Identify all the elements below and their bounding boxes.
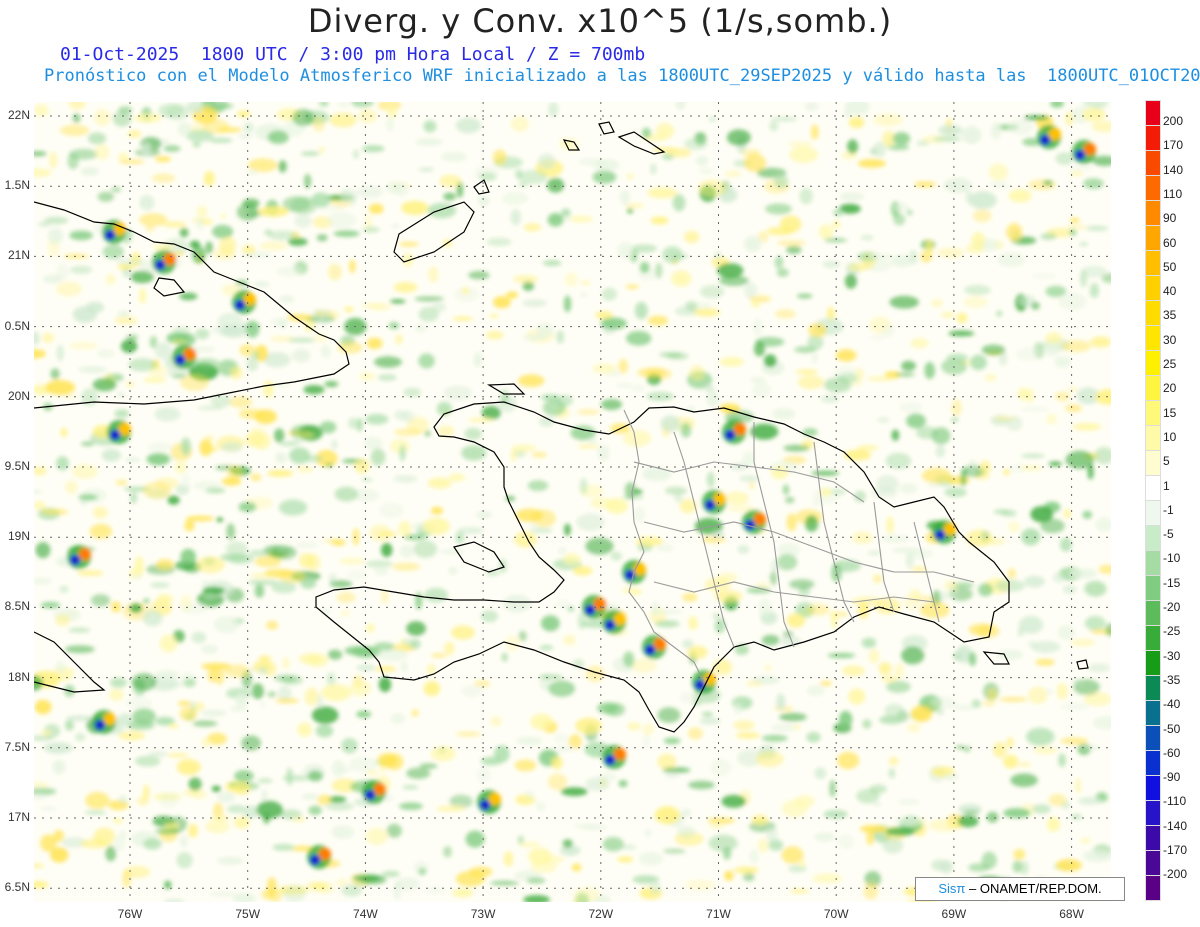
lon-label: 71W: [706, 907, 731, 921]
valid-time-subtitle: 01-Oct-2025 1800 UTC / 3:00 pm Hora Loca…: [60, 44, 646, 65]
colorbar-label: 60: [1163, 235, 1177, 250]
mona-island: [1076, 659, 1089, 670]
colorbar-label: -25: [1163, 624, 1181, 639]
colorbar-swatch: [1145, 450, 1161, 476]
lon-label: 73W: [470, 907, 496, 921]
colorbar-swatch: [1145, 875, 1161, 901]
colorbar-swatch: [1145, 250, 1161, 276]
colorbar-swatch: [1145, 750, 1161, 776]
colorbar-swatch: [1145, 325, 1161, 351]
colorbar-swatch: [1145, 175, 1161, 201]
lat-label: 21N: [7, 248, 30, 263]
colorbar-label: -170: [1163, 843, 1188, 857]
lon-label: 70W: [823, 907, 849, 921]
colorbar-label: -5: [1163, 527, 1174, 542]
gonave-island: [453, 541, 505, 573]
colorbar-swatch: [1145, 775, 1161, 801]
lat-label: 7.5N: [4, 739, 30, 754]
colorbar-label: -10: [1163, 551, 1181, 566]
lat-label: 18N: [7, 669, 30, 684]
lon-label: 68W: [1059, 907, 1084, 921]
lat-label: 19N: [7, 529, 30, 544]
colorbar-swatch: [1145, 550, 1161, 576]
colorbar-label: 110: [1163, 186, 1183, 201]
colorbar-swatch: [1145, 525, 1161, 551]
credit-text: – ONAMET/REP.DOM.: [968, 881, 1102, 896]
lon-label: 72W: [588, 907, 614, 921]
colorbar-swatch: [1145, 150, 1161, 176]
colorbar-label: -35: [1163, 672, 1181, 687]
colorbar-label: 25: [1163, 357, 1177, 371]
colorbar-swatch: [1145, 625, 1161, 651]
map-title: Diverg. y Conv. x10^5 (1/s,somb.): [307, 2, 893, 40]
colorbar-swatch: [1145, 400, 1161, 426]
colorbar-swatch: [1145, 200, 1161, 226]
sispi-brand: Sisπ: [938, 881, 966, 896]
colorbar-swatch: [1145, 300, 1161, 326]
colorbar-label: 30: [1163, 332, 1177, 347]
colorbar-swatch: [1145, 650, 1161, 676]
colorbar-label: 5: [1163, 454, 1170, 469]
colorbar-label: -40: [1163, 697, 1181, 712]
colorbar-label: -50: [1163, 721, 1181, 736]
colorbar-label: 140: [1163, 162, 1184, 177]
lat-label: 8.5N: [4, 599, 30, 614]
lat-label: 20N: [7, 388, 30, 403]
colorbar-swatch: [1145, 675, 1161, 701]
colorbar-swatch: [1145, 425, 1161, 451]
colorbar-swatch: [1145, 600, 1161, 626]
colorbar-swatch: [1145, 125, 1161, 151]
lat-label: 0.5N: [4, 318, 30, 333]
colorbar-label: -1: [1163, 502, 1174, 517]
colorbar-label: -30: [1163, 648, 1181, 663]
credit-box: Sisπ – ONAMET/REP.DOM.: [915, 877, 1125, 901]
lon-label: 74W: [353, 907, 378, 921]
colorbar-label: -15: [1163, 575, 1181, 590]
colorbar-swatch: [1145, 725, 1161, 751]
divergence-field: [34, 102, 1111, 902]
cuba-bay: [153, 277, 186, 297]
colorbar-label: 10: [1163, 429, 1177, 444]
colorbar-label: 90: [1163, 211, 1177, 226]
lat-label: 22N: [7, 108, 30, 122]
colorbar-swatch: [1145, 800, 1161, 826]
colorbar-swatch: [1145, 500, 1161, 526]
colorbar-label: -20: [1163, 600, 1181, 614]
colorbar-label: 170: [1163, 138, 1184, 153]
colorbar-swatch: [1145, 475, 1161, 501]
colorbar-label: 50: [1163, 259, 1177, 274]
colorbar-label: 20: [1163, 381, 1177, 396]
colorbar-label: 40: [1163, 284, 1177, 299]
colorbar-label: 35: [1163, 308, 1177, 323]
colorbar-swatch: [1145, 375, 1161, 401]
colorbar-label: -200: [1163, 867, 1188, 882]
colorbar-label: 15: [1163, 405, 1177, 420]
colorbar-swatch: [1145, 575, 1161, 601]
colorbar-swatch: [1145, 275, 1161, 301]
colorbar-swatch: [1145, 225, 1161, 251]
colorbar-swatch: [1145, 850, 1161, 876]
colorbar-label: -90: [1163, 770, 1181, 785]
map-canvas: [34, 102, 1111, 902]
lon-label: 69W: [941, 907, 967, 921]
lon-label: 75W: [235, 907, 261, 921]
colorbar-label: 1: [1163, 478, 1170, 493]
lat-label: 17N: [7, 810, 30, 824]
lat-label: 6.5N: [4, 880, 30, 895]
colorbar-swatch: [1145, 825, 1161, 851]
colorbar-label: -110: [1163, 794, 1187, 809]
colorbar-swatch: [1145, 350, 1161, 376]
colorbar-label: -60: [1163, 745, 1181, 760]
colorbar-swatch: [1145, 100, 1161, 126]
lat-label: 1.5N: [4, 178, 30, 193]
little-inagua: [473, 179, 490, 195]
colorbar-label: -140: [1163, 818, 1188, 833]
lat-label: 9.5N: [4, 459, 30, 473]
model-run-subtitle: Pronóstico con el Modelo Atmosferico WRF…: [44, 66, 1200, 86]
colorbar-swatch: [1145, 700, 1161, 726]
map-panel: [34, 102, 1111, 902]
colorbar-label: 200: [1163, 114, 1184, 128]
lon-label: 76W: [117, 907, 143, 921]
